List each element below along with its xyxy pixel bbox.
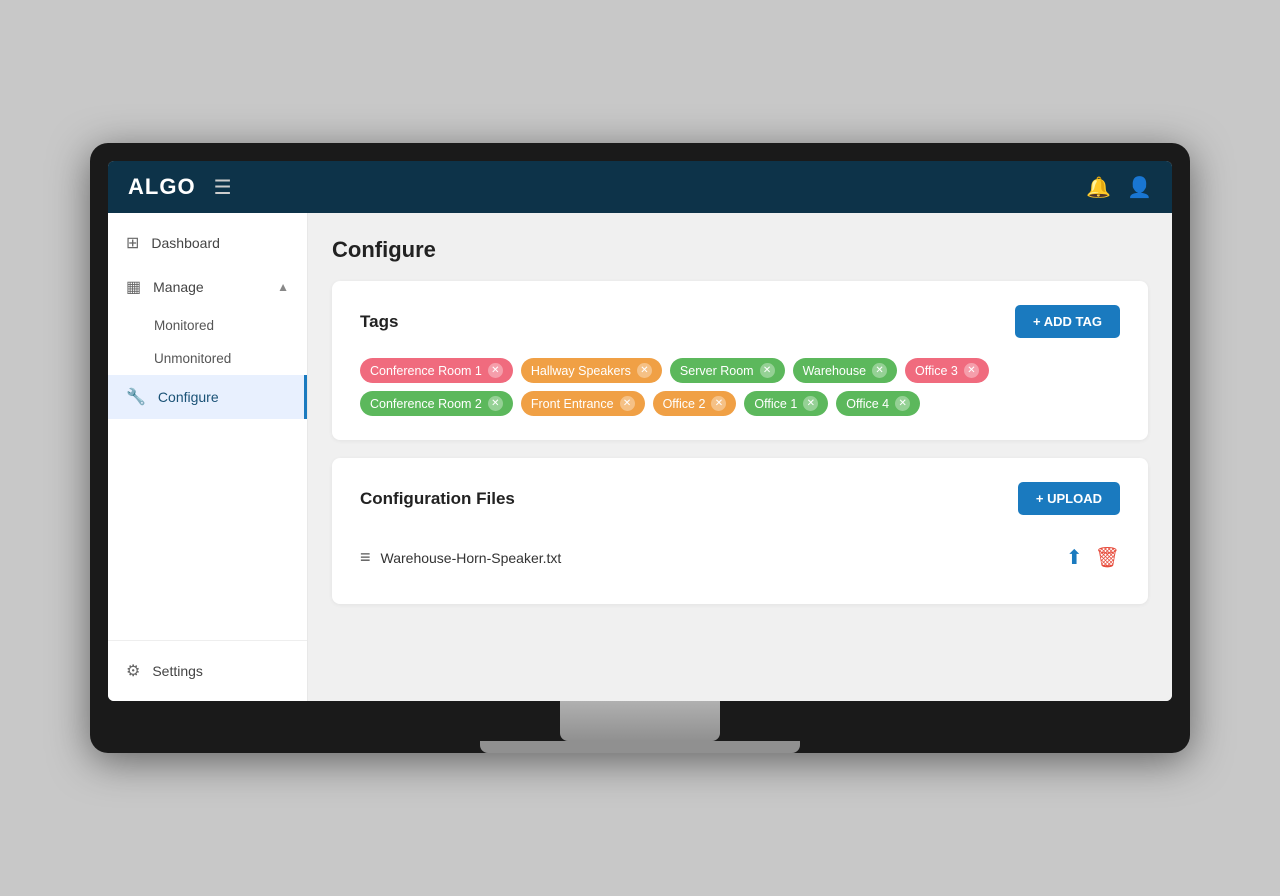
sidebar-bottom: ⚙ Settings xyxy=(108,640,307,701)
file-upload-icon[interactable]: ⬆ xyxy=(1066,545,1083,570)
sidebar-item-configure[interactable]: 🔧 Configure xyxy=(108,375,307,419)
monitor-base xyxy=(480,741,800,753)
tag-label: Warehouse xyxy=(803,364,866,378)
tag-close-icon[interactable]: ✕ xyxy=(488,363,503,378)
add-tag-button[interactable]: + ADD TAG xyxy=(1015,305,1120,338)
settings-icon: ⚙ xyxy=(126,661,140,681)
tag-close-icon[interactable]: ✕ xyxy=(760,363,775,378)
tag-close-icon[interactable]: ✕ xyxy=(637,363,652,378)
tag: Front Entrance ✕ xyxy=(521,391,645,416)
sidebar-label-dashboard: Dashboard xyxy=(151,235,220,251)
tag: Warehouse ✕ xyxy=(793,358,897,383)
hamburger-icon[interactable]: ☰ xyxy=(214,175,232,200)
tag-label: Conference Room 2 xyxy=(370,397,482,411)
tags-card-title: Tags xyxy=(360,312,398,332)
file-row: ≡ Warehouse-Horn-Speaker.txt ⬆ 🗑 xyxy=(360,535,1120,580)
tag-label: Hallway Speakers xyxy=(531,364,631,378)
upload-button[interactable]: + UPLOAD xyxy=(1018,482,1120,515)
sidebar-label-manage: Manage xyxy=(153,279,204,295)
sidebar-sub-unmonitored[interactable]: Unmonitored xyxy=(108,342,307,375)
configure-icon: 🔧 xyxy=(126,387,146,407)
sidebar-label-configure: Configure xyxy=(158,389,219,405)
tag-close-icon[interactable]: ✕ xyxy=(803,396,818,411)
tag: Conference Room 2 ✕ xyxy=(360,391,513,416)
tag-close-icon[interactable]: ✕ xyxy=(620,396,635,411)
tags-card: Tags + ADD TAG Conference Room 1✕Hallway… xyxy=(332,281,1148,440)
app: ALGO ☰ 🔔 👤 ⊞ Dashboard ▦ xyxy=(108,161,1172,701)
tag-close-icon[interactable]: ✕ xyxy=(964,363,979,378)
tag-label: Office 2 xyxy=(663,397,706,411)
tag-close-icon[interactable]: ✕ xyxy=(488,396,503,411)
config-files-card-header: Configuration Files + UPLOAD xyxy=(360,482,1120,515)
topnav-icons: 🔔 👤 xyxy=(1086,175,1152,200)
tag-label: Office 4 xyxy=(846,397,889,411)
tag: Office 4 ✕ xyxy=(836,391,920,416)
tags-container: Conference Room 1✕Hallway Speakers✕Serve… xyxy=(360,358,1120,416)
tag: Office 3 ✕ xyxy=(905,358,989,383)
config-files-card-title: Configuration Files xyxy=(360,489,515,509)
tag-close-icon[interactable]: ✕ xyxy=(895,396,910,411)
monitor: ALGO ☰ 🔔 👤 ⊞ Dashboard ▦ xyxy=(90,143,1190,753)
tag-label: Office 1 xyxy=(754,397,797,411)
tag: Conference Room 1 ✕ xyxy=(360,358,513,383)
tag-label: Office 3 xyxy=(915,364,958,378)
files-container: ≡ Warehouse-Horn-Speaker.txt ⬆ 🗑 xyxy=(360,535,1120,580)
user-icon[interactable]: 👤 xyxy=(1127,175,1152,200)
file-name: Warehouse-Horn-Speaker.txt xyxy=(381,550,1056,566)
main-content: Configure Tags + ADD TAG Conference Room… xyxy=(308,213,1172,701)
file-icon: ≡ xyxy=(360,547,371,568)
sidebar-label-settings: Settings xyxy=(152,663,203,679)
tag: Hallway Speakers ✕ xyxy=(521,358,662,383)
tag-close-icon[interactable]: ✕ xyxy=(711,396,726,411)
file-actions: ⬆ 🗑 xyxy=(1066,545,1120,570)
tag: Server Room ✕ xyxy=(670,358,785,383)
tag: Office 1 ✕ xyxy=(744,391,828,416)
bell-icon[interactable]: 🔔 xyxy=(1086,175,1111,200)
tag: Office 2 ✕ xyxy=(653,391,737,416)
chevron-down-icon: ▲ xyxy=(277,280,289,294)
manage-icon: ▦ xyxy=(126,277,141,297)
sidebar-item-manage[interactable]: ▦ Manage ▲ xyxy=(108,265,307,309)
app-logo: ALGO xyxy=(128,174,196,200)
sidebar-spacer xyxy=(108,419,307,640)
monitor-stand xyxy=(560,701,720,741)
app-body: ⊞ Dashboard ▦ Manage ▲ Monitored Unmonit… xyxy=(108,213,1172,701)
sidebar-sub-monitored[interactable]: Monitored xyxy=(108,309,307,342)
sidebar-item-settings[interactable]: ⚙ Settings xyxy=(108,649,307,693)
file-delete-icon[interactable]: 🗑 xyxy=(1095,545,1120,570)
sidebar: ⊞ Dashboard ▦ Manage ▲ Monitored Unmonit… xyxy=(108,213,308,701)
tag-label: Front Entrance xyxy=(531,397,614,411)
tag-close-icon[interactable]: ✕ xyxy=(872,363,887,378)
dashboard-icon: ⊞ xyxy=(126,233,139,253)
screen: ALGO ☰ 🔔 👤 ⊞ Dashboard ▦ xyxy=(108,161,1172,701)
tag-label: Server Room xyxy=(680,364,754,378)
sidebar-item-dashboard[interactable]: ⊞ Dashboard xyxy=(108,221,307,265)
page-title: Configure xyxy=(332,237,1148,263)
tag-label: Conference Room 1 xyxy=(370,364,482,378)
topnav: ALGO ☰ 🔔 👤 xyxy=(108,161,1172,213)
config-files-card: Configuration Files + UPLOAD ≡ Warehouse… xyxy=(332,458,1148,604)
tags-card-header: Tags + ADD TAG xyxy=(360,305,1120,338)
